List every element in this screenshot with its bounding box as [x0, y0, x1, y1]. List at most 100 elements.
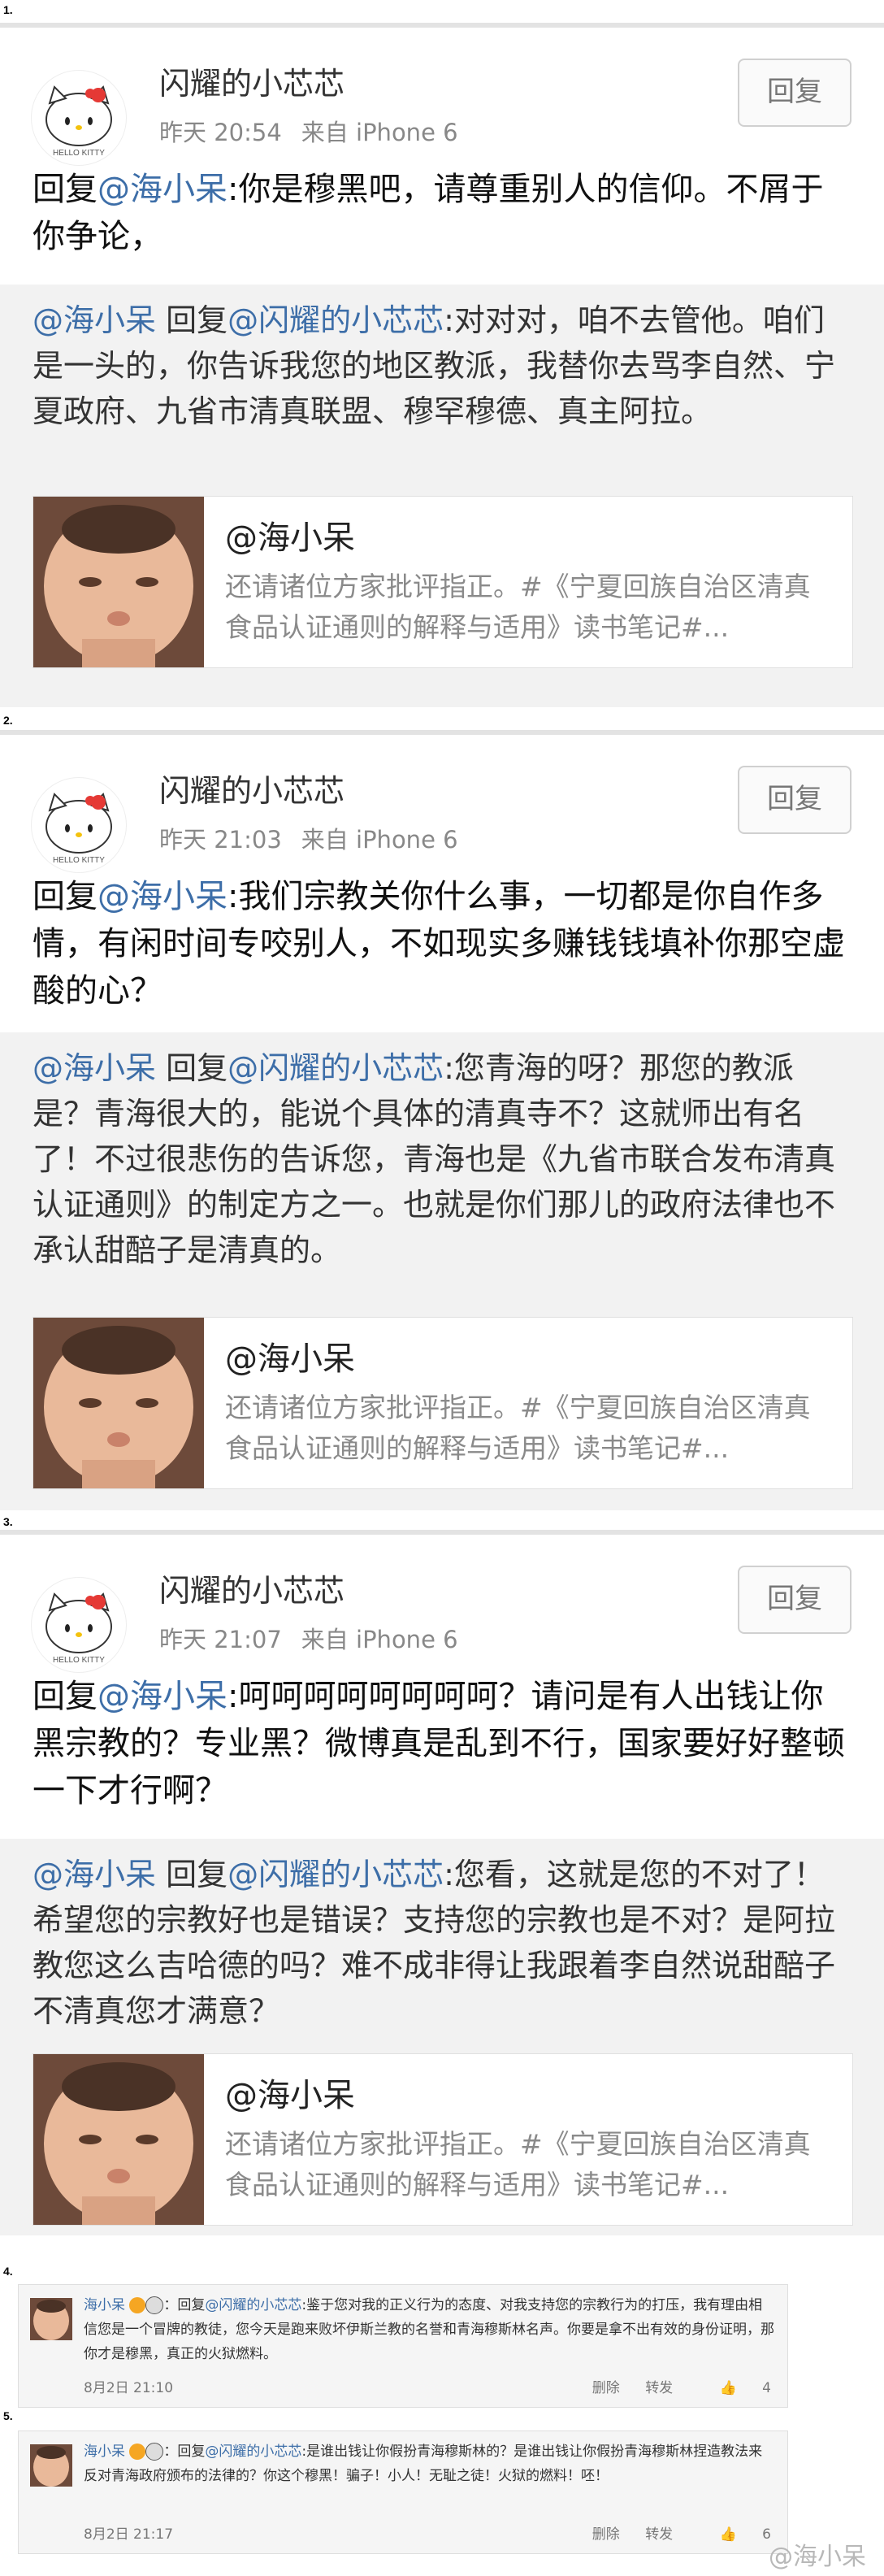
quoted-text: @海小呆 回复@闪耀的小芯芯:您青海的呀？那您的教派是？青海很大的，能说个具体的…: [32, 1045, 853, 1273]
comment-card: HELLO KITTY 闪耀的小芯芯 昨天 20:54 来自 iPhone 6 回…: [0, 28, 884, 285]
comment-date: 8月2日 21:10: [84, 2380, 174, 2396]
post-source: 来自 iPhone 6: [301, 119, 458, 146]
mention-link[interactable]: @闪耀的小芯芯: [205, 2444, 301, 2460]
reply-prefix: 回复: [32, 1678, 98, 1715]
section-number: 3.: [3, 1515, 13, 1528]
mention-link[interactable]: @闪耀的小芯芯: [228, 1050, 444, 1086]
commenter-name[interactable]: 海小呆: [84, 2297, 125, 2313]
post-source: 来自 iPhone 6: [301, 1626, 458, 1653]
comment-actions: 删除 转发 👍 6: [571, 2522, 771, 2543]
quoted-comment: @海小呆 回复@闪耀的小芯芯:您青海的呀？那您的教派是？青海很大的，能说个具体的…: [0, 1032, 884, 1510]
hello-kitty-avatar-icon: HELLO KITTY: [46, 85, 112, 158]
thumbs-up-icon: 👍: [719, 2380, 737, 2396]
username[interactable]: 闪耀的小芯芯: [159, 766, 344, 810]
reply-prefix: ：回复: [163, 2297, 206, 2313]
hello-kitty-avatar-icon: HELLO KITTY: [46, 1592, 112, 1665]
baby-thumbnail: [33, 1318, 204, 1488]
quoted-comment: @海小呆 回复@闪耀的小芯芯:您看，这就是您的不对了！希望您的宗教好也是错误？支…: [0, 1839, 884, 2235]
small-comment: 海小呆 ：回复@闪耀的小芯芯:鉴于您对我的正义行为的态度、对我支持您的宗教行为的…: [18, 2284, 788, 2408]
baby-photo-icon: [33, 2054, 204, 2225]
panda-icon: [145, 2443, 164, 2461]
svg-text:HELLO KITTY: HELLO KITTY: [53, 1656, 105, 1665]
baby-avatar-icon: [30, 2298, 72, 2340]
reply-prefix: 回复: [32, 171, 98, 208]
section-number: 4.: [3, 2265, 13, 2278]
post-time: 昨天 20:54: [159, 119, 282, 146]
reply-button[interactable]: 回复: [738, 1566, 852, 1634]
commenter-name[interactable]: 海小呆: [84, 2444, 125, 2460]
forward-link[interactable]: 转发: [645, 2526, 673, 2543]
avatar[interactable]: [30, 2298, 72, 2340]
mention-link[interactable]: @海小呆: [98, 1678, 228, 1715]
emoji-icon: [129, 2297, 146, 2313]
section-number: 2.: [3, 714, 13, 727]
mention-link[interactable]: @海小呆: [32, 1050, 156, 1086]
reply-prefix: ：回复: [163, 2444, 206, 2460]
avatar[interactable]: HELLO KITTY: [31, 1577, 127, 1673]
linked-weibo-card[interactable]: @海小呆 还请诸位方家批评指正。#《宁夏回族自治区清真食品认证通则的解释与适用》…: [32, 2053, 853, 2226]
like-count: 4: [762, 2380, 771, 2396]
thumbs-up-icon: 👍: [719, 2526, 737, 2543]
quoted-text: @海小呆 回复@闪耀的小芯芯:您看，这就是您的不对了！希望您的宗教好也是错误？支…: [32, 1852, 853, 2034]
post-meta: 昨天 21:07 来自 iPhone 6: [159, 1621, 478, 1655]
baby-thumbnail: [33, 2054, 204, 2225]
mention-link[interactable]: @闪耀的小芯芯: [228, 302, 444, 338]
quoted-comment: @海小呆 回复@闪耀的小芯芯:对对对，咱不去管他。咱们是一头的，你告诉我您的地区…: [0, 285, 884, 707]
link-title: @海小呆: [225, 1340, 355, 1378]
reply-button[interactable]: 回复: [738, 766, 852, 834]
post-source: 来自 iPhone 6: [301, 826, 458, 854]
link-title: @海小呆: [225, 519, 355, 557]
panda-icon: [145, 2296, 164, 2314]
hello-kitty-avatar-icon: HELLO KITTY: [46, 793, 112, 865]
post-meta: 昨天 21:03 来自 iPhone 6: [159, 821, 478, 855]
baby-thumbnail: [33, 497, 204, 667]
delete-link[interactable]: 删除: [592, 2526, 620, 2543]
reply-word: 回复: [156, 1050, 228, 1086]
reply-prefix: 回复: [32, 878, 98, 915]
link-title: @海小呆: [225, 2077, 355, 2114]
post-time: 昨天 21:03: [159, 826, 282, 854]
comment-card: HELLO KITTY 闪耀的小芯芯 昨天 21:03 来自 iPhone 6 回…: [0, 735, 884, 1032]
reply-word: 回复: [156, 1857, 228, 1892]
username[interactable]: 闪耀的小芯芯: [159, 59, 344, 103]
comment-text: 回复@海小呆:呵呵呵呵呵呵呵呵？请问是有人出钱让你黑宗教的？专业黑？微博真是乱到…: [32, 1673, 845, 1814]
linked-weibo-card[interactable]: @海小呆 还请诸位方家批评指正。#《宁夏回族自治区清真食品认证通则的解释与适用》…: [32, 1317, 853, 1489]
baby-photo-icon: [33, 1318, 204, 1488]
small-comment: 海小呆 ：回复@闪耀的小芯芯:是谁出钱让你假扮青海穆斯林的？是谁出钱让你假扮青海…: [18, 2430, 788, 2554]
baby-avatar-icon: [30, 2444, 72, 2487]
svg-text:HELLO KITTY: HELLO KITTY: [53, 856, 105, 865]
avatar[interactable]: HELLO KITTY: [31, 70, 127, 166]
reply-button[interactable]: 回复: [738, 59, 852, 127]
forward-link[interactable]: 转发: [645, 2380, 673, 2396]
mention-link[interactable]: @海小呆: [32, 302, 156, 338]
mention-link[interactable]: @闪耀的小芯芯: [228, 1857, 444, 1892]
emoji-icon: [129, 2444, 146, 2460]
weibo-watermark: @海小呆: [769, 2543, 866, 2571]
like-button[interactable]: 👍 4: [699, 2380, 771, 2396]
section-number: 1.: [3, 3, 13, 16]
linked-weibo-card[interactable]: @海小呆 还请诸位方家批评指正。#《宁夏回族自治区清真食品认证通则的解释与适用》…: [32, 496, 853, 668]
delete-link[interactable]: 删除: [592, 2380, 620, 2396]
small-comment-text: 海小呆 ：回复@闪耀的小芯芯:鉴于您对我的正义行为的态度、对我支持您的宗教行为的…: [84, 2293, 774, 2366]
mention-link[interactable]: @海小呆: [32, 1857, 156, 1892]
comment-text: 回复@海小呆:你是穆黑吧，请尊重别人的信仰。不屑于你争论，: [32, 166, 845, 260]
post-time: 昨天 21:07: [159, 1626, 282, 1653]
mention-link[interactable]: @海小呆: [98, 878, 228, 915]
post-meta: 昨天 20:54 来自 iPhone 6: [159, 114, 478, 148]
baby-photo-icon: [33, 497, 204, 667]
comment-actions: 删除 转发 👍 4: [571, 2376, 771, 2396]
comment-text: 回复@海小呆:我们宗教关你什么事，一切都是你自作多情，有闲时间专咬别人，不如现实…: [32, 873, 845, 1014]
avatar[interactable]: HELLO KITTY: [31, 777, 127, 873]
avatar[interactable]: [30, 2444, 72, 2487]
link-description: 还请诸位方家批评指正。#《宁夏回族自治区清真食品认证通则的解释与适用》读书笔记#…: [225, 571, 811, 643]
mention-link[interactable]: @海小呆: [98, 171, 228, 208]
like-button[interactable]: 👍 6: [699, 2526, 771, 2543]
small-comment-text: 海小呆 ：回复@闪耀的小芯芯:是谁出钱让你假扮青海穆斯林的？是谁出钱让你假扮青海…: [84, 2439, 774, 2488]
username[interactable]: 闪耀的小芯芯: [159, 1566, 344, 1610]
comment-card: HELLO KITTY 闪耀的小芯芯 昨天 21:07 来自 iPhone 6 回…: [0, 1535, 884, 1839]
link-description: 还请诸位方家批评指正。#《宁夏回族自治区清真食品认证通则的解释与适用》读书笔记#…: [225, 1392, 811, 1464]
link-description: 还请诸位方家批评指正。#《宁夏回族自治区清真食品认证通则的解释与适用》读书笔记#…: [225, 2128, 811, 2200]
svg-text:HELLO KITTY: HELLO KITTY: [53, 149, 105, 158]
section-number: 5.: [3, 2409, 13, 2422]
mention-link[interactable]: @闪耀的小芯芯: [205, 2297, 301, 2313]
